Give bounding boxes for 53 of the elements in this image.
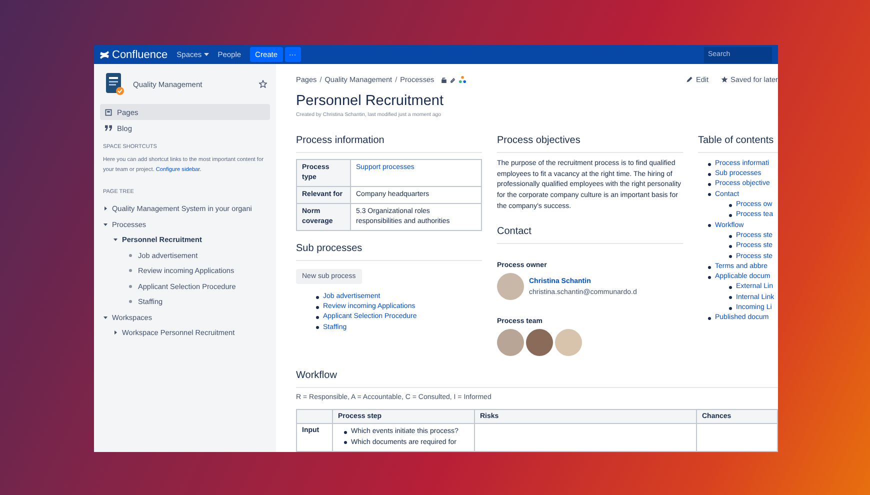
bullet-icon: [344, 431, 347, 434]
bullet-icon: [708, 162, 711, 166]
star-icon[interactable]: [259, 80, 267, 88]
bullet-icon: [729, 214, 732, 218]
caret-icon[interactable]: [113, 237, 118, 242]
avatar-placeholder: [526, 329, 553, 356]
caret-icon[interactable]: [103, 206, 108, 212]
logo[interactable]: Confluence: [100, 48, 168, 60]
bullet-icon: [708, 266, 711, 268]
pencil-icon: [686, 76, 693, 84]
bullet-icon: [708, 183, 711, 186]
bullet-icon: [708, 316, 711, 320]
page-title: Personnel Recruitment: [296, 92, 444, 109]
caret-icon[interactable]: [103, 222, 108, 227]
avatar-placeholder: [497, 329, 524, 356]
bullet-icon: [316, 316, 319, 320]
bullet-icon: [708, 193, 711, 196]
section-heading: Table of contents: [698, 134, 778, 153]
section-heading: Process objectives: [497, 134, 683, 153]
avatar-placeholder: [555, 329, 582, 356]
bullet-icon: [129, 269, 132, 272]
caret-icon: [204, 53, 209, 56]
bullet-icon: [344, 441, 347, 444]
logo-icon: [100, 50, 109, 58]
page-icon: [105, 108, 112, 116]
section-heading: Sub processes: [296, 242, 482, 261]
space-logo-icon[interactable]: [103, 72, 125, 96]
bullet-icon: [729, 244, 732, 248]
bullet-icon: [729, 204, 732, 207]
bullet-icon: [729, 306, 732, 310]
section-heading: Process information: [296, 134, 482, 153]
bullet-icon: [316, 326, 319, 330]
star-icon: [720, 76, 728, 84]
bullet-icon: [708, 224, 711, 228]
bullet-icon: [129, 284, 132, 288]
quote-icon: [105, 125, 112, 131]
bullet-icon: [316, 296, 319, 299]
bullet-icon: [708, 172, 711, 176]
caret-icon[interactable]: [103, 314, 108, 320]
avatar-placeholder: [497, 273, 524, 300]
bullet-icon: [729, 286, 732, 290]
section-heading: Workflow: [296, 370, 778, 388]
table-header-cell: [296, 410, 332, 424]
bullet-icon: [708, 276, 711, 279]
bullet-icon: [129, 254, 132, 257]
caret-icon[interactable]: [113, 330, 118, 336]
bullet-icon: [729, 255, 732, 258]
section-heading: Contact: [497, 226, 683, 244]
bullet-icon: [729, 296, 732, 300]
attachment-icon[interactable]: [450, 76, 456, 83]
bullet-icon: [129, 300, 132, 304]
bullet-icon: [316, 306, 319, 309]
bullet-icon: [729, 234, 732, 238]
